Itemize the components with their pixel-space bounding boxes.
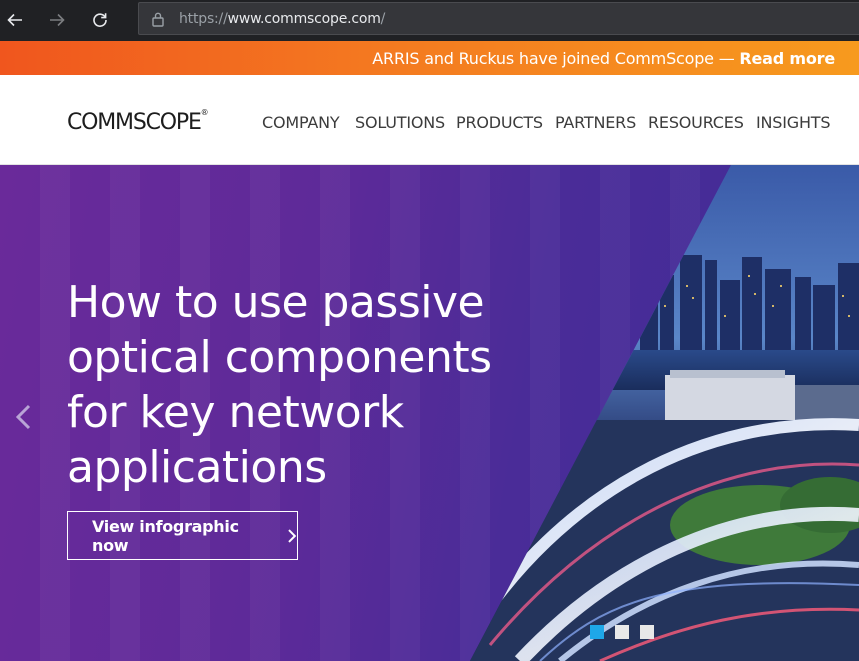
url-path: / bbox=[380, 11, 386, 27]
nav-item-solutions[interactable]: SOLUTIONS bbox=[355, 113, 456, 132]
forward-button[interactable] bbox=[42, 6, 72, 34]
logo-registered-mark: ® bbox=[200, 108, 209, 117]
commscope-logo[interactable]: COMMSCOPE® bbox=[67, 108, 209, 135]
read-more-link[interactable]: Read more bbox=[739, 49, 835, 68]
arrow-left-icon bbox=[7, 13, 22, 27]
main-nav: COMPANY SOLUTIONS PRODUCTS PARTNERS RESO… bbox=[262, 113, 831, 132]
arrow-right-icon bbox=[50, 13, 65, 27]
browser-toolbar: https://www.commscope.com/ bbox=[0, 0, 859, 41]
nav-item-partners[interactable]: PARTNERS bbox=[555, 113, 648, 132]
carousel-dot[interactable] bbox=[640, 625, 654, 639]
hero-carousel: How to use passive optical components fo… bbox=[0, 165, 859, 661]
nav-item-insights[interactable]: INSIGHTS bbox=[756, 113, 831, 132]
site-header: COMMSCOPE® COMPANY SOLUTIONS PRODUCTS PA… bbox=[0, 75, 859, 165]
cta-label: View infographic now bbox=[92, 516, 239, 555]
address-bar[interactable]: https://www.commscope.com/ bbox=[138, 2, 859, 35]
nav-item-products[interactable]: PRODUCTS bbox=[456, 113, 555, 132]
carousel-pagination bbox=[590, 625, 654, 639]
view-infographic-button[interactable]: View infographic now bbox=[67, 511, 298, 560]
announcement-message: ARRIS and Ruckus have joined CommScope —… bbox=[372, 49, 835, 68]
chevron-left-icon bbox=[15, 404, 31, 430]
url-host: www.commscope.com bbox=[227, 11, 381, 27]
lock-icon bbox=[152, 12, 164, 27]
url-text: https://www.commscope.com/ bbox=[179, 11, 385, 27]
chevron-right-icon bbox=[288, 528, 297, 543]
nav-item-company[interactable]: COMPANY bbox=[262, 113, 355, 132]
nav-item-resources[interactable]: RESOURCES bbox=[648, 113, 756, 132]
reload-icon bbox=[93, 13, 107, 27]
announcement-bar: ARRIS and Ruckus have joined CommScope —… bbox=[0, 41, 859, 75]
carousel-dot[interactable] bbox=[590, 625, 604, 639]
reload-button[interactable] bbox=[85, 6, 115, 34]
announcement-text: ARRIS and Ruckus have joined CommScope — bbox=[372, 49, 740, 68]
carousel-prev-button[interactable] bbox=[10, 397, 36, 437]
logo-text: COMMSCOPE bbox=[67, 110, 202, 135]
url-scheme: https:// bbox=[179, 11, 228, 27]
back-button[interactable] bbox=[0, 6, 30, 34]
hero-headline: How to use passive optical components fo… bbox=[67, 277, 492, 493]
carousel-dot[interactable] bbox=[615, 625, 629, 639]
